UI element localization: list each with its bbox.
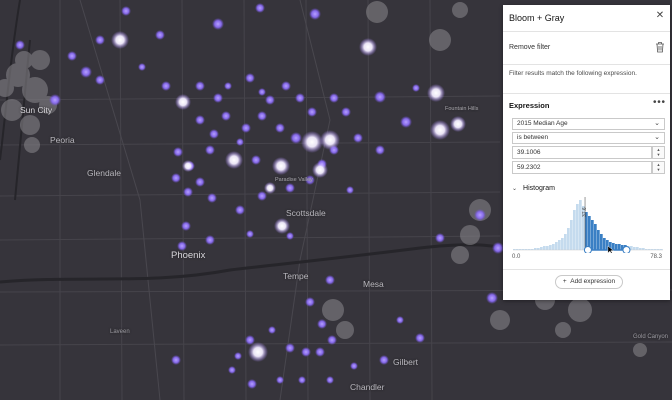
city-label-fountain-hills: Fountain Hills bbox=[445, 106, 479, 112]
histogram-bar bbox=[552, 244, 555, 250]
min-value-text: 39.1006 bbox=[517, 149, 541, 156]
histogram-axis-max: 78.3 bbox=[650, 254, 662, 260]
city-label-gilbert: Gilbert bbox=[393, 357, 419, 367]
expression-title: Expression bbox=[509, 101, 550, 110]
operator-select[interactable]: is between ⌄ bbox=[512, 132, 665, 144]
city-label-laveen: Laveen bbox=[110, 329, 130, 335]
bright-circles bbox=[111, 31, 466, 362]
histogram-bar bbox=[537, 248, 540, 250]
histogram-chart: 37.6 bbox=[513, 197, 663, 254]
max-value-text: 59.2302 bbox=[517, 164, 541, 171]
city-label-sun-city: Sun City bbox=[20, 105, 53, 115]
city-label-gold-canyon: Gold Canyon bbox=[633, 334, 669, 340]
remove-filter-button[interactable]: Remove filter bbox=[509, 44, 550, 51]
histogram-bar bbox=[591, 220, 594, 250]
histogram-bar bbox=[588, 216, 591, 250]
field-select-value: 2015 Median Age bbox=[517, 120, 568, 127]
histogram-bar bbox=[546, 246, 549, 250]
trash-icon[interactable] bbox=[655, 41, 665, 53]
histogram-bar bbox=[543, 246, 546, 250]
min-value-input[interactable]: 39.1006 bbox=[512, 146, 652, 159]
histogram-bar bbox=[549, 245, 552, 250]
histogram-bar bbox=[561, 238, 564, 250]
histogram-bar bbox=[576, 204, 579, 250]
histogram-bar bbox=[615, 244, 618, 250]
range-max-handle[interactable] bbox=[622, 246, 631, 254]
histogram-bar bbox=[633, 247, 636, 250]
add-expression-button[interactable]: + Add expression bbox=[555, 275, 623, 289]
histogram-bar bbox=[639, 248, 642, 250]
city-label-glendale: Glendale bbox=[87, 168, 122, 178]
city-label-mesa: Mesa bbox=[363, 279, 384, 289]
histogram-bar bbox=[570, 220, 573, 250]
operator-select-value: is between bbox=[517, 134, 549, 141]
histogram-bar bbox=[540, 247, 543, 250]
histogram-bar bbox=[636, 247, 639, 250]
filter-description: Filter results match the following expre… bbox=[509, 70, 637, 77]
river bbox=[0, 243, 521, 284]
histogram-bar bbox=[534, 248, 537, 250]
histogram-bar bbox=[564, 234, 567, 250]
filter-panel: Bloom + Gray ✕ Remove filter Filter resu… bbox=[503, 5, 670, 300]
histogram-bar bbox=[618, 244, 621, 250]
max-value-stepper[interactable]: ▲ ▼ bbox=[652, 161, 665, 174]
histogram-bar bbox=[594, 224, 597, 250]
histogram-average-label: 37.6 bbox=[582, 207, 588, 217]
max-value-input[interactable]: 59.2302 bbox=[512, 161, 652, 174]
histogram-bar bbox=[558, 240, 561, 250]
chevron-down-icon: ⌄ bbox=[512, 186, 518, 192]
city-label-phoenix: Phoenix bbox=[171, 250, 206, 261]
histogram-label: Histogram bbox=[523, 185, 555, 192]
field-select[interactable]: 2015 Median Age ⌄ bbox=[512, 118, 665, 130]
histogram-bar bbox=[603, 238, 606, 250]
expression-header: Expression • • • bbox=[503, 93, 670, 116]
min-value-stepper[interactable]: ▲ ▼ bbox=[652, 146, 665, 159]
add-expression-label: Add expression bbox=[570, 278, 616, 285]
histogram-toggle[interactable]: ⌄ Histogram bbox=[512, 185, 555, 192]
chevron-down-icon: ⌄ bbox=[654, 120, 660, 127]
close-icon[interactable]: ✕ bbox=[655, 11, 665, 21]
panel-title: Bloom + Gray bbox=[509, 13, 565, 23]
histogram-bar bbox=[573, 210, 576, 250]
chevron-down-icon: ⌄ bbox=[654, 134, 660, 141]
city-label-peoria: Peoria bbox=[50, 135, 75, 145]
city-label-scottsdale: Scottsdale bbox=[286, 208, 326, 218]
panel-header: Bloom + Gray ✕ bbox=[503, 5, 670, 32]
histogram-axis-min: 0.0 bbox=[512, 254, 521, 260]
city-label-tempe: Tempe bbox=[283, 271, 309, 281]
histogram-bar bbox=[600, 234, 603, 250]
histogram-bar bbox=[555, 242, 558, 250]
more-options-icon[interactable]: • • • bbox=[653, 97, 665, 108]
histogram-bar bbox=[612, 243, 615, 250]
range-min-handle[interactable] bbox=[583, 246, 592, 254]
city-label-chandler: Chandler bbox=[350, 382, 385, 392]
histogram-bar bbox=[642, 248, 645, 250]
panel-divider bbox=[503, 269, 670, 270]
remove-filter-row[interactable]: Remove filter bbox=[503, 32, 670, 65]
histogram-bar bbox=[567, 228, 570, 250]
city-label-paradise-valley: Paradise Valley bbox=[275, 177, 313, 183]
histogram-bar bbox=[597, 230, 600, 250]
